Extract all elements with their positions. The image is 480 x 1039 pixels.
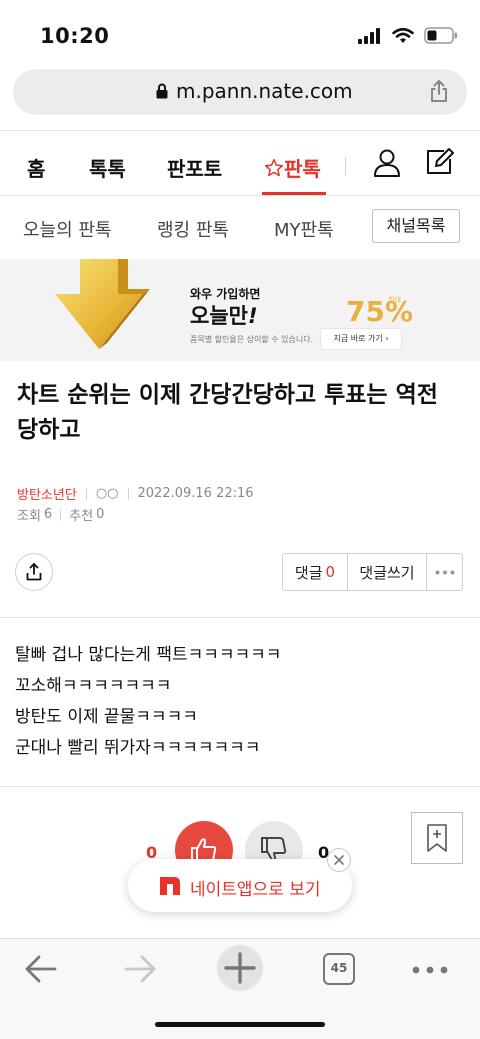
writer-name: ○○ [95,486,119,501]
new-tab-button[interactable] [217,945,263,991]
comment-actions: 댓글 0 댓글쓰기 [282,553,463,591]
wifi-icon [392,27,414,43]
divider [0,617,480,618]
meta-separator [85,487,87,500]
divider [0,786,480,787]
main-nav: 홈 톡톡 판포토 판톡 [0,135,480,195]
body-line: 군대나 빨리 뛰가자ㅋㅋㅋㅋㅋㅋㅋ [15,738,261,758]
recommend-count: 0 [96,507,105,522]
subnav-ranking[interactable]: 랭킹 판톡 [157,216,229,242]
article-share-button[interactable] [15,553,53,591]
post-datetime: 2022.09.16 22:16 [137,486,254,501]
ad-line2-text: 오늘만 [190,304,248,328]
home-indicator [155,1022,325,1027]
comment-label: 댓글 [294,563,323,582]
subnav-my[interactable]: MY판톡 [274,216,334,242]
comment-count-button[interactable]: 댓글 0 [283,554,348,590]
article-meta: 방탄소년단 ○○ 2022.09.16 22:16 [17,484,254,503]
forward-arrow-icon[interactable] [122,951,158,987]
star-outline-icon [264,158,284,177]
ad-line2: 오늘만! [190,300,258,330]
body-line: 탈빠 겁나 많다는게 팩트ㅋㅋㅋㅋㅋㅋ [15,645,282,665]
status-time: 10:20 [40,24,110,48]
status-bar: 10:20 [0,0,480,64]
ad-banner[interactable]: 와우 가입하면 오늘만! 품목별 할인율은 상이할 수 있습니다. 75% 최대… [0,259,480,361]
tabs-count-button[interactable]: 45 [323,953,355,985]
down-arrow-graphic-icon [55,259,150,349]
channel-list-button[interactable]: 채널목록 [372,209,460,243]
ad-percent: 75% [346,295,414,328]
plus-icon [224,952,256,984]
divider [0,130,480,131]
comment-count: 0 [325,563,336,581]
bookmark-button[interactable] [411,812,463,864]
recommend-label: 추천 [69,509,94,524]
ad-cta-button[interactable]: 지금 바로 가기 › [321,329,401,349]
status-icons [358,27,458,44]
cellular-signal-icon [358,27,380,44]
body-line: 방탄도 이제 끝물ㅋㅋㅋㅋ [15,707,198,727]
views-count: 6 [43,507,53,522]
body-line: 꼬소해ㅋㅋㅋㅋㅋㅋㅋ [15,676,172,696]
meta-separator [60,508,62,521]
write-icon[interactable] [424,147,454,177]
meta-separator [127,487,129,500]
more-dots-icon [435,570,454,574]
write-comment-button[interactable]: 댓글쓰기 [348,554,427,590]
open-in-app-banner[interactable]: 네이트앱으로 보기 [128,859,352,912]
nav-toktok[interactable]: 톡톡 [89,153,126,182]
nav-panpoto[interactable]: 판포토 [167,153,222,182]
article-body: 탈빠 겁나 많다는게 팩트ㅋㅋㅋㅋㅋㅋ 꼬소해ㅋㅋㅋㅋㅋㅋㅋ 방탄도 이제 끝물… [15,640,281,764]
ad-max-label: 최대 [388,296,401,304]
user-icon[interactable] [373,148,401,178]
address-bar[interactable]: m.pann.nate.com [13,69,467,115]
sub-nav: 오늘의 판톡 랭킹 판톡 MY판톡 채널목록 [0,196,480,258]
share-icon[interactable] [429,79,449,103]
nate-logo-icon [160,877,180,895]
nav-home[interactable]: 홈 [27,153,45,182]
nav-separator [345,157,346,175]
lock-icon [156,83,168,99]
open-in-app-text: 네이트앱으로 보기 [190,880,321,900]
more-options-button[interactable] [427,554,462,590]
ad-fineprint: 품목별 할인율은 상이할 수 있습니다. [190,335,314,344]
close-icon [334,855,344,865]
nav-panntok[interactable]: 판톡 [264,153,321,182]
article-title: 차트 순위는 이제 간당간당하고 투표는 역전 당하고 [17,382,438,443]
channel-link[interactable]: 방탄소년단 [17,484,77,503]
nav-panntok-label: 판톡 [284,157,321,181]
bookmark-add-icon [427,824,447,852]
share-icon [26,563,42,581]
more-menu-icon[interactable] [412,966,448,974]
url-text: m.pann.nate.com [176,79,353,103]
subnav-today[interactable]: 오늘의 판톡 [23,216,112,242]
back-arrow-icon[interactable] [23,951,59,987]
close-app-banner-button[interactable] [327,848,351,872]
views-label: 조회 [17,509,41,524]
article-stats: 조회 6 추천 0 [17,505,104,524]
ad-line2-mark: ! [247,304,258,328]
battery-icon [424,27,457,44]
